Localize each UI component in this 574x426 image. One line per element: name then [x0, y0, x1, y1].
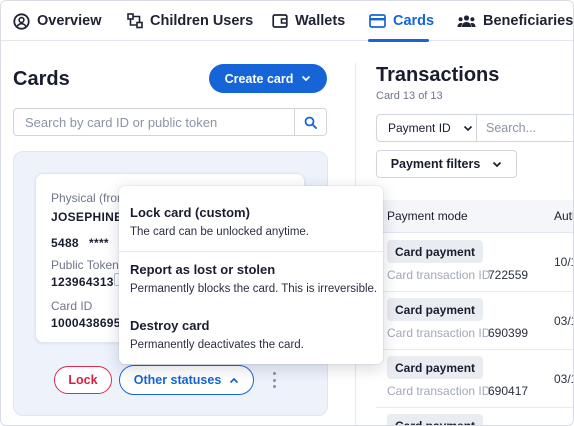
menu-item-description: The card can be unlocked anytime. — [130, 226, 309, 238]
tab-label: Beneficiaries — [483, 13, 574, 29]
create-card-label: Create card — [224, 71, 294, 86]
column-header-payment-mode[interactable]: Payment mode — [387, 209, 468, 223]
payment-filters-label: Payment filters — [390, 157, 481, 171]
top-nav: Overview Children Users Wallets Cards Be… — [1, 1, 573, 42]
search-button[interactable] — [294, 109, 326, 135]
more-options-icon[interactable] — [269, 372, 279, 388]
tab-overview[interactable]: Overview — [13, 1, 102, 41]
tab-label: Children Users — [150, 13, 254, 29]
users-group-icon — [457, 15, 476, 27]
chevron-down-icon — [463, 125, 472, 131]
other-statuses-label: Other statuses — [133, 373, 222, 387]
row-divider — [376, 349, 573, 350]
card-search-box: Search by card ID or public token — [13, 108, 327, 136]
menu-item-description: Permanently blocks the card. This is irr… — [130, 283, 378, 295]
transaction-id-value: 722559 — [488, 268, 529, 282]
payment-mode-badge: Card payment — [387, 298, 484, 321]
transaction-id-value: 690417 — [488, 384, 529, 398]
payment-filters-button[interactable]: Payment filters — [376, 150, 517, 178]
card-type: Physical (from — [51, 191, 128, 205]
transaction-id-label: Card transaction ID — [387, 326, 491, 340]
tab-beneficiaries[interactable]: Beneficiaries — [457, 1, 573, 41]
chevron-down-icon — [493, 161, 502, 167]
menu-item-title: Destroy card — [130, 318, 210, 333]
column-header-auth[interactable]: Auth — [554, 209, 573, 223]
lock-label: Lock — [68, 373, 98, 387]
menu-item-destroy-card[interactable]: Destroy card Permanently deactivates the… — [119, 307, 383, 364]
transaction-search-input[interactable]: Search... — [486, 121, 536, 135]
active-tab-indicator — [368, 39, 429, 42]
transaction-auth-date: 10/1 — [554, 255, 573, 269]
tab-children-users[interactable]: Children Users — [127, 1, 253, 41]
card-number-mask: **** — [89, 236, 109, 250]
tab-cards[interactable]: Cards — [369, 1, 434, 41]
create-card-button[interactable]: Create card — [209, 64, 327, 93]
user-circle-icon — [13, 12, 30, 30]
transaction-filter-box: Payment ID Search... — [376, 114, 573, 142]
other-statuses-button[interactable]: Other statuses — [119, 365, 254, 395]
transaction-id-label: Card transaction ID — [387, 384, 491, 398]
search-input[interactable]: Search by card ID or public token — [25, 115, 217, 130]
menu-item-title: Report as lost or stolen — [130, 262, 276, 277]
menu-item-report-lost-stolen[interactable]: Report as lost or stolen Permanently blo… — [119, 252, 383, 307]
payment-mode-badge: Card payment — [387, 240, 484, 263]
row-divider — [376, 291, 573, 292]
credit-card-icon — [369, 14, 386, 28]
chevron-up-icon — [230, 377, 239, 383]
filter-select-value: Payment ID — [388, 121, 451, 135]
filter-field-select[interactable]: Payment ID — [377, 115, 477, 141]
payment-mode-badge: Card payment — [387, 356, 484, 379]
card-id-label: Card ID — [51, 299, 93, 313]
app-frame: Overview Children Users Wallets Cards Be… — [0, 0, 574, 426]
search-icon — [304, 116, 317, 129]
menu-item-description: Permanently deactivates the card. — [130, 339, 304, 351]
tab-wallets[interactable]: Wallets — [272, 1, 345, 41]
menu-item-lock-custom[interactable]: Lock card (custom) The card can be unloc… — [119, 186, 383, 251]
tab-label: Wallets — [295, 13, 346, 29]
wallet-icon — [272, 14, 288, 28]
sitemap-icon — [127, 13, 143, 29]
transactions-title: Transactions — [376, 64, 500, 86]
cards-title: Cards — [13, 68, 70, 90]
public-token-label: Public Token — [51, 258, 119, 272]
transactions-subtitle: Card 13 of 13 — [376, 90, 443, 102]
public-token-value: 123964313 — [51, 275, 114, 289]
tab-label: Cards — [393, 13, 435, 29]
transaction-auth-date: 03/1 — [554, 372, 573, 386]
card-id-value: 1000438695 — [51, 316, 121, 330]
transaction-auth-date: 03/1 — [554, 314, 573, 328]
row-divider — [376, 407, 573, 408]
status-dropdown-menu: Lock card (custom) The card can be unloc… — [119, 186, 383, 364]
lock-button[interactable]: Lock — [54, 366, 112, 394]
chevron-down-icon — [302, 75, 311, 82]
tab-label: Overview — [37, 13, 102, 29]
card-holder-name: JOSEPHINE — [51, 210, 123, 224]
card-number-first: 5488 — [51, 236, 79, 250]
payment-mode-badge: Card payment — [387, 414, 484, 425]
menu-item-title: Lock card (custom) — [130, 205, 250, 220]
transaction-id-label: Card transaction ID — [387, 268, 491, 282]
transaction-id-value: 690399 — [488, 326, 529, 340]
